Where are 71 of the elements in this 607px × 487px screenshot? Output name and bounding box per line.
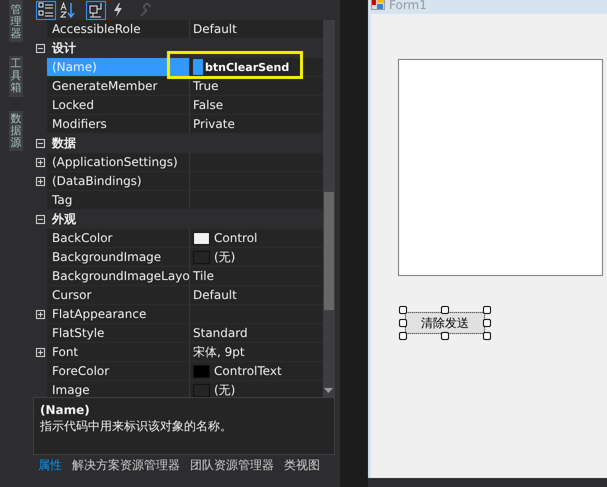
property-name[interactable]: ForeColor xyxy=(47,362,190,380)
property-row[interactable]: Locked False xyxy=(33,96,323,115)
property-name[interactable]: Tag xyxy=(47,191,190,209)
property-row[interactable]: Tag xyxy=(33,191,323,210)
property-value: 宋体, 9pt xyxy=(193,344,245,360)
property-row[interactable]: BackgroundImageLayo Tile xyxy=(33,267,323,286)
property-row[interactable]: ForeColor ControlText xyxy=(33,362,323,381)
property-row[interactable]: Modifiers Private xyxy=(33,115,323,134)
description-title: (Name) xyxy=(40,402,91,418)
property-value: True xyxy=(193,79,218,93)
property-row[interactable]: Font 宋体, 9pt xyxy=(33,343,323,362)
property-row[interactable]: BackgroundImage (无) xyxy=(33,248,323,267)
panel-tab[interactable]: 属性 xyxy=(33,455,67,475)
property-value: ControlText xyxy=(214,364,282,378)
property-name[interactable]: BackgroundImage xyxy=(47,248,190,266)
clear-send-button[interactable]: 清除发送 xyxy=(405,312,485,334)
panel-tab[interactable]: 类视图 xyxy=(279,455,325,475)
side-tab[interactable]: 数据源 xyxy=(9,110,23,151)
category-label: 外观 xyxy=(50,211,76,228)
window-title: Form1 xyxy=(389,0,427,11)
category-label: 设计 xyxy=(50,40,76,57)
property-name[interactable]: Font xyxy=(47,343,190,361)
property-value: Default xyxy=(193,22,237,36)
property-value: (无) xyxy=(214,248,236,266)
resize-handle[interactable] xyxy=(441,332,449,340)
property-name[interactable]: Cursor xyxy=(47,286,190,304)
property-name[interactable]: Modifiers xyxy=(47,115,190,133)
property-name[interactable]: FlatAppearance xyxy=(47,305,190,323)
resize-handle[interactable] xyxy=(441,306,449,314)
collapse-icon[interactable] xyxy=(36,214,44,224)
scroll-down-icon[interactable] xyxy=(324,388,333,393)
property-row[interactable]: GenerateMember True xyxy=(33,77,323,96)
property-row[interactable]: BackColor Control xyxy=(33,229,323,248)
property-row[interactable]: Cursor Default xyxy=(33,286,323,305)
property-value: Control xyxy=(214,231,258,245)
property-row[interactable]: (DataBindings) xyxy=(33,172,323,191)
property-row[interactable]: AccessibleRole Default xyxy=(33,20,323,39)
description-text: 指示代码中用来标识该对象的名称。 xyxy=(40,418,233,434)
property-value: False xyxy=(193,98,224,112)
expand-icon[interactable] xyxy=(36,176,44,186)
scrollbar[interactable] xyxy=(323,20,335,397)
panel-tab[interactable]: 解决方案资源管理器 xyxy=(67,455,185,475)
collapse-icon[interactable] xyxy=(36,138,44,148)
property-name[interactable]: BackColor xyxy=(47,229,190,247)
side-tab[interactable]: 工具箱 xyxy=(9,56,23,97)
expand-icon[interactable] xyxy=(36,310,44,318)
property-name[interactable]: (ApplicationSettings) xyxy=(47,153,190,171)
collapse-icon[interactable] xyxy=(36,44,44,52)
property-row[interactable]: FlatStyle Standard xyxy=(33,324,323,343)
property-name[interactable]: BackgroundImageLayo xyxy=(47,267,190,285)
property-value: (无) xyxy=(214,382,236,397)
property-value: Tile xyxy=(193,269,214,283)
property-name[interactable]: Locked xyxy=(47,96,190,114)
property-name[interactable]: (DataBindings) xyxy=(47,172,190,190)
expand-icon[interactable] xyxy=(36,348,44,356)
property-value: Default xyxy=(193,288,237,302)
form-icon xyxy=(371,0,385,10)
expand-icon[interactable] xyxy=(36,158,44,166)
panel-tab[interactable]: 团队资源管理器 xyxy=(185,455,279,475)
property-row[interactable]: Image (无) xyxy=(33,381,323,397)
category-label: 数据 xyxy=(50,135,76,152)
property-value: Private xyxy=(193,117,235,131)
property-name[interactable]: AccessibleRole xyxy=(47,20,190,38)
property-row[interactable]: FlatAppearance xyxy=(33,305,323,324)
property-row[interactable]: (Name) btnClearSend xyxy=(33,58,323,77)
property-value: Standard xyxy=(193,326,248,340)
scroll-thumb[interactable] xyxy=(324,192,334,310)
property-name[interactable]: FlatStyle xyxy=(47,324,190,342)
property-name[interactable]: GenerateMember xyxy=(47,77,190,95)
side-tab[interactable]: 管理器 xyxy=(9,0,23,42)
property-row[interactable]: (ApplicationSettings) xyxy=(33,153,323,172)
